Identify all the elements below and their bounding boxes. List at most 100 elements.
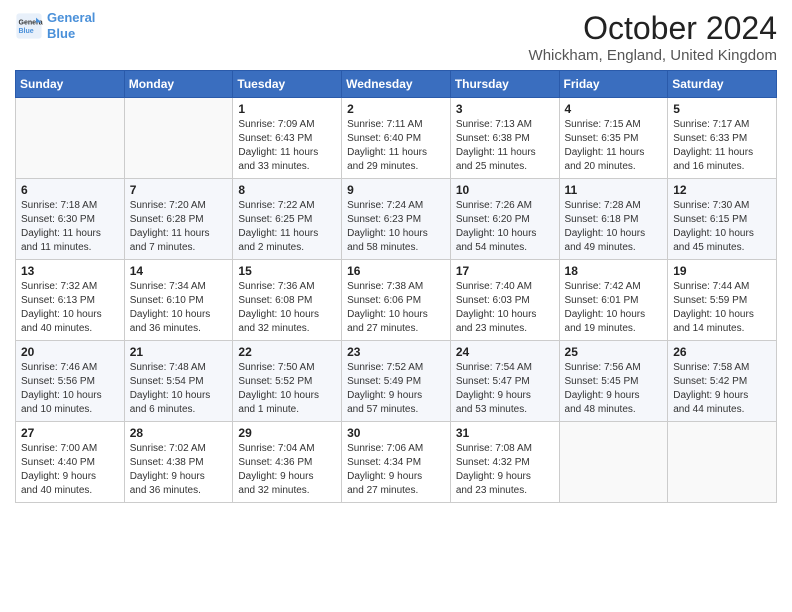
day-number: 5 bbox=[673, 102, 771, 116]
header: General Blue General Blue October 2024 W… bbox=[15, 10, 777, 64]
calendar-cell: 30 Sunrise: 7:06 AM Sunset: 4:34 PM Dayli… bbox=[342, 422, 451, 503]
day-info: Sunrise: 7:20 AM Sunset: 6:28 PM Dayligh… bbox=[130, 199, 228, 255]
calendar-cell: 28 Sunrise: 7:02 AM Sunset: 4:38 PM Dayli… bbox=[124, 422, 233, 503]
logo: General Blue General Blue bbox=[15, 10, 95, 41]
day-number: 22 bbox=[238, 345, 336, 359]
day-number: 6 bbox=[21, 183, 119, 197]
weekday-header-monday: Monday bbox=[124, 71, 233, 98]
calendar-cell: 4 Sunrise: 7:15 AM Sunset: 6:35 PM Daylig… bbox=[559, 98, 668, 179]
calendar-cell: 10 Sunrise: 7:26 AM Sunset: 6:20 PM Dayli… bbox=[450, 179, 559, 260]
day-info: Sunrise: 7:18 AM Sunset: 6:30 PM Dayligh… bbox=[21, 199, 119, 255]
day-info: Sunrise: 7:22 AM Sunset: 6:25 PM Dayligh… bbox=[238, 199, 336, 255]
calendar-cell: 9Sunrise: 7:24 AM Sunset: 6:23 PM Daylig… bbox=[342, 179, 451, 260]
calendar-cell: 13 Sunrise: 7:32 AM Sunset: 6:13 PM Dayli… bbox=[16, 260, 125, 341]
day-number: 25 bbox=[565, 345, 663, 359]
day-number: 15 bbox=[238, 264, 336, 278]
calendar-cell: 5 Sunrise: 7:17 AM Sunset: 6:33 PM Daylig… bbox=[668, 98, 777, 179]
day-info: Sunrise: 7:34 AM Sunset: 6:10 PM Dayligh… bbox=[130, 280, 228, 336]
day-number: 20 bbox=[21, 345, 119, 359]
day-info: Sunrise: 7:32 AM Sunset: 6:13 PM Dayligh… bbox=[21, 280, 119, 336]
day-number: 10 bbox=[456, 183, 554, 197]
calendar-cell: 21Sunrise: 7:48 AM Sunset: 5:54 PM Dayli… bbox=[124, 341, 233, 422]
day-info: Sunrise: 7:52 AM Sunset: 5:49 PM Dayligh… bbox=[347, 361, 445, 417]
calendar-cell: 31Sunrise: 7:08 AM Sunset: 4:32 PM Dayli… bbox=[450, 422, 559, 503]
day-info: Sunrise: 7:13 AM Sunset: 6:38 PM Dayligh… bbox=[456, 118, 554, 174]
day-number: 30 bbox=[347, 426, 445, 440]
day-number: 11 bbox=[565, 183, 663, 197]
day-info: Sunrise: 7:00 AM Sunset: 4:40 PM Dayligh… bbox=[21, 442, 119, 498]
day-info: Sunrise: 7:40 AM Sunset: 6:03 PM Dayligh… bbox=[456, 280, 554, 336]
day-info: Sunrise: 7:56 AM Sunset: 5:45 PM Dayligh… bbox=[565, 361, 663, 417]
calendar-cell: 11 Sunrise: 7:28 AM Sunset: 6:18 PM Dayli… bbox=[559, 179, 668, 260]
calendar-cell: 16Sunrise: 7:38 AM Sunset: 6:06 PM Dayli… bbox=[342, 260, 451, 341]
calendar-cell bbox=[16, 98, 125, 179]
logo-icon: General Blue bbox=[15, 12, 43, 40]
calendar-cell: 17 Sunrise: 7:40 AM Sunset: 6:03 PM Dayli… bbox=[450, 260, 559, 341]
calendar-cell: 25 Sunrise: 7:56 AM Sunset: 5:45 PM Dayli… bbox=[559, 341, 668, 422]
day-number: 13 bbox=[21, 264, 119, 278]
weekday-header-saturday: Saturday bbox=[668, 71, 777, 98]
day-number: 29 bbox=[238, 426, 336, 440]
day-info: Sunrise: 7:17 AM Sunset: 6:33 PM Dayligh… bbox=[673, 118, 771, 174]
day-info: Sunrise: 7:04 AM Sunset: 4:36 PM Dayligh… bbox=[238, 442, 336, 498]
day-info: Sunrise: 7:38 AM Sunset: 6:06 PM Dayligh… bbox=[347, 280, 445, 336]
day-info: Sunrise: 7:54 AM Sunset: 5:47 PM Dayligh… bbox=[456, 361, 554, 417]
day-info: Sunrise: 7:58 AM Sunset: 5:42 PM Dayligh… bbox=[673, 361, 771, 417]
calendar-cell bbox=[668, 422, 777, 503]
week-row-1: 1 Sunrise: 7:09 AM Sunset: 6:43 PM Daylig… bbox=[16, 98, 777, 179]
day-number: 17 bbox=[456, 264, 554, 278]
day-info: Sunrise: 7:15 AM Sunset: 6:35 PM Dayligh… bbox=[565, 118, 663, 174]
day-number: 3 bbox=[456, 102, 554, 116]
calendar-body: 1 Sunrise: 7:09 AM Sunset: 6:43 PM Daylig… bbox=[16, 98, 777, 503]
day-info: Sunrise: 7:28 AM Sunset: 6:18 PM Dayligh… bbox=[565, 199, 663, 255]
day-number: 1 bbox=[238, 102, 336, 116]
day-number: 2 bbox=[347, 102, 445, 116]
week-row-2: 6 Sunrise: 7:18 AM Sunset: 6:30 PM Daylig… bbox=[16, 179, 777, 260]
calendar-cell: 22 Sunrise: 7:50 AM Sunset: 5:52 PM Dayli… bbox=[233, 341, 342, 422]
day-number: 28 bbox=[130, 426, 228, 440]
calendar-cell: 7Sunrise: 7:20 AM Sunset: 6:28 PM Daylig… bbox=[124, 179, 233, 260]
weekday-header-thursday: Thursday bbox=[450, 71, 559, 98]
logo-line1: General bbox=[47, 10, 95, 25]
calendar-cell: 18Sunrise: 7:42 AM Sunset: 6:01 PM Dayli… bbox=[559, 260, 668, 341]
day-info: Sunrise: 7:11 AM Sunset: 6:40 PM Dayligh… bbox=[347, 118, 445, 174]
day-info: Sunrise: 7:46 AM Sunset: 5:56 PM Dayligh… bbox=[21, 361, 119, 417]
day-info: Sunrise: 7:09 AM Sunset: 6:43 PM Dayligh… bbox=[238, 118, 336, 174]
day-number: 27 bbox=[21, 426, 119, 440]
day-number: 19 bbox=[673, 264, 771, 278]
logo-line2: Blue bbox=[47, 26, 75, 41]
week-row-5: 27 Sunrise: 7:00 AM Sunset: 4:40 PM Dayli… bbox=[16, 422, 777, 503]
location-title: Whickham, England, United Kingdom bbox=[529, 47, 777, 64]
day-number: 14 bbox=[130, 264, 228, 278]
calendar-cell bbox=[559, 422, 668, 503]
day-info: Sunrise: 7:24 AM Sunset: 6:23 PM Dayligh… bbox=[347, 199, 445, 255]
day-number: 23 bbox=[347, 345, 445, 359]
day-info: Sunrise: 7:50 AM Sunset: 5:52 PM Dayligh… bbox=[238, 361, 336, 417]
day-info: Sunrise: 7:48 AM Sunset: 5:54 PM Dayligh… bbox=[130, 361, 228, 417]
day-number: 31 bbox=[456, 426, 554, 440]
weekday-header-sunday: Sunday bbox=[16, 71, 125, 98]
calendar-cell: 27 Sunrise: 7:00 AM Sunset: 4:40 PM Dayli… bbox=[16, 422, 125, 503]
day-info: Sunrise: 7:30 AM Sunset: 6:15 PM Dayligh… bbox=[673, 199, 771, 255]
calendar-cell: 26Sunrise: 7:58 AM Sunset: 5:42 PM Dayli… bbox=[668, 341, 777, 422]
weekday-header-tuesday: Tuesday bbox=[233, 71, 342, 98]
title-area: October 2024 Whickham, England, United K… bbox=[529, 10, 777, 64]
calendar-cell: 24Sunrise: 7:54 AM Sunset: 5:47 PM Dayli… bbox=[450, 341, 559, 422]
calendar-cell: 8 Sunrise: 7:22 AM Sunset: 6:25 PM Daylig… bbox=[233, 179, 342, 260]
calendar-cell: 29 Sunrise: 7:04 AM Sunset: 4:36 PM Dayli… bbox=[233, 422, 342, 503]
day-info: Sunrise: 7:26 AM Sunset: 6:20 PM Dayligh… bbox=[456, 199, 554, 255]
day-number: 12 bbox=[673, 183, 771, 197]
month-title: October 2024 bbox=[529, 10, 777, 47]
logo-text: General Blue bbox=[47, 10, 95, 41]
week-row-3: 13 Sunrise: 7:32 AM Sunset: 6:13 PM Dayli… bbox=[16, 260, 777, 341]
weekday-header-friday: Friday bbox=[559, 71, 668, 98]
day-info: Sunrise: 7:02 AM Sunset: 4:38 PM Dayligh… bbox=[130, 442, 228, 498]
calendar-table: SundayMondayTuesdayWednesdayThursdayFrid… bbox=[15, 70, 777, 503]
day-number: 8 bbox=[238, 183, 336, 197]
day-info: Sunrise: 7:44 AM Sunset: 5:59 PM Dayligh… bbox=[673, 280, 771, 336]
day-info: Sunrise: 7:06 AM Sunset: 4:34 PM Dayligh… bbox=[347, 442, 445, 498]
calendar-cell: 2 Sunrise: 7:11 AM Sunset: 6:40 PM Daylig… bbox=[342, 98, 451, 179]
calendar-cell: 6 Sunrise: 7:18 AM Sunset: 6:30 PM Daylig… bbox=[16, 179, 125, 260]
calendar-cell: 12 Sunrise: 7:30 AM Sunset: 6:15 PM Dayli… bbox=[668, 179, 777, 260]
day-number: 4 bbox=[565, 102, 663, 116]
